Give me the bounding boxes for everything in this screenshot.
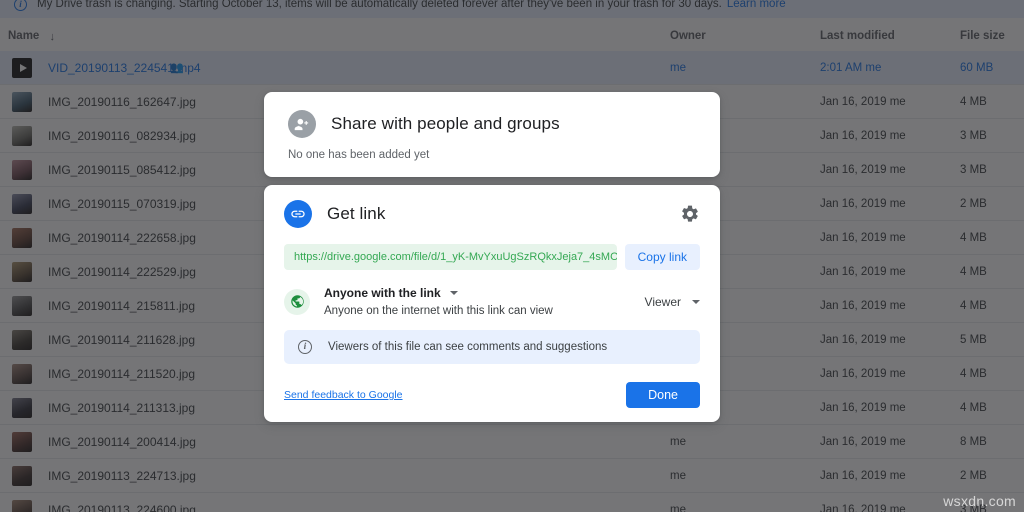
link-access-selector[interactable]: Anyone with the link <box>324 286 645 300</box>
link-access-row: Anyone with the link Anyone on the inter… <box>284 286 700 317</box>
share-url-field[interactable]: https://drive.google.com/file/d/1_yK-MvY… <box>284 244 617 270</box>
share-url-row: https://drive.google.com/file/d/1_yK-MvY… <box>284 244 700 270</box>
link-access-label: Anyone with the link <box>324 286 441 300</box>
screen: i My Drive trash is changing. Starting O… <box>0 0 1024 512</box>
dialog-footer: Send feedback to Google Done <box>284 382 700 408</box>
share-people-header: Share with people and groups <box>288 110 696 138</box>
link-icon <box>284 200 312 228</box>
get-link-card: Get link https://drive.google.com/file/d… <box>264 185 720 422</box>
chevron-down-icon <box>692 299 700 304</box>
share-dialog: Share with people and groups No one has … <box>264 92 720 422</box>
role-selector-label: Viewer <box>644 294 681 309</box>
person-add-icon <box>288 110 316 138</box>
send-feedback-link[interactable]: Send feedback to Google <box>284 389 403 401</box>
role-selector[interactable]: Viewer <box>645 295 700 309</box>
watermark: wsxdn.com <box>943 493 1016 509</box>
chevron-down-icon <box>449 291 458 295</box>
get-link-title: Get link <box>327 204 386 223</box>
copy-link-button[interactable]: Copy link <box>624 244 700 270</box>
done-button[interactable]: Done <box>626 382 700 408</box>
info-icon: i <box>298 340 312 354</box>
globe-icon <box>284 288 310 315</box>
share-with-people-card: Share with people and groups No one has … <box>264 92 720 177</box>
viewer-permissions-notice: i Viewers of this file can see comments … <box>284 330 700 364</box>
viewer-permissions-notice-text: Viewers of this file can see comments an… <box>328 341 608 353</box>
share-dialog-title: Share with people and groups <box>331 114 560 133</box>
gear-icon[interactable] <box>680 204 700 224</box>
share-empty-state: No one has been added yet <box>288 149 430 161</box>
get-link-header: Get link <box>284 200 700 228</box>
link-access-texts: Anyone with the link Anyone on the inter… <box>324 286 645 317</box>
link-access-description: Anyone on the internet with this link ca… <box>324 305 553 317</box>
